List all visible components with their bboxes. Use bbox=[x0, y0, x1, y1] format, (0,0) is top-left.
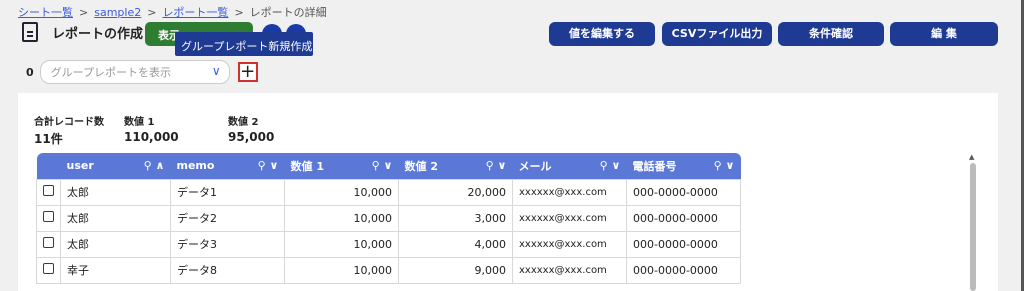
table-row: 太郎 データ3 10,000 4,000 xxxxxx@xxx.com 000-… bbox=[36, 230, 741, 258]
breadcrumb-report-list[interactable]: レポート一覧 bbox=[162, 4, 228, 20]
document-icon bbox=[22, 22, 38, 42]
cell-email: xxxxxx@xxx.com bbox=[512, 256, 627, 284]
search-sort-icon[interactable]: ⚲ ∧ bbox=[144, 159, 165, 172]
column-header-label: 数値 2 bbox=[404, 159, 438, 173]
cell-user: 太郎 bbox=[60, 230, 171, 258]
chevron-down-icon: ∨ bbox=[211, 64, 221, 78]
page-title: レポートの作成 bbox=[52, 26, 144, 42]
title-row: レポートの作成 bbox=[22, 22, 143, 42]
scroll-up-arrow-icon[interactable]: ▲ bbox=[969, 153, 974, 161]
cell-phone: 000-0000-0000 bbox=[626, 230, 741, 258]
report-table: user ⚲ ∧ memo ⚲ ∨ 数値 1 ⚲ ∨ 数値 2 ⚲ ∨ メール … bbox=[36, 153, 741, 284]
breadcrumb-separator: > bbox=[234, 5, 244, 19]
num1-value: 110,000 bbox=[124, 130, 179, 144]
num1-label: 数値 1 bbox=[124, 117, 155, 128]
row-detail-icon[interactable] bbox=[36, 256, 61, 284]
cell-phone: 000-0000-0000 bbox=[626, 256, 741, 284]
column-header-label: 数値 1 bbox=[290, 159, 324, 173]
column-header-num2[interactable]: 数値 2 ⚲ ∨ bbox=[398, 153, 513, 179]
column-header-memo[interactable]: memo ⚲ ∨ bbox=[170, 153, 285, 179]
edit-values-button[interactable]: 値を編集する bbox=[549, 22, 655, 46]
table-row: 幸子 データ8 10,000 9,000 xxxxxx@xxx.com 000-… bbox=[36, 256, 741, 284]
breadcrumb-separator: > bbox=[79, 5, 89, 19]
column-header-email[interactable]: メール ⚲ ∨ bbox=[512, 153, 627, 179]
num2-label: 数値 2 bbox=[228, 117, 259, 128]
row-detail-icon[interactable] bbox=[36, 230, 61, 258]
total-records-value: 11件 bbox=[34, 132, 63, 146]
column-header-phone[interactable]: 電話番号 ⚲ ∨ bbox=[626, 153, 741, 179]
vertical-scrollbar[interactable] bbox=[970, 163, 976, 291]
total-records-label: 合計レコード数 bbox=[34, 117, 104, 128]
cell-user: 太郎 bbox=[60, 204, 171, 232]
cell-num1: 10,000 bbox=[284, 204, 399, 232]
column-header-user[interactable]: user ⚲ ∧ bbox=[60, 153, 171, 179]
table-row: 太郎 データ1 10,000 20,000 xxxxxx@xxx.com 000… bbox=[36, 178, 741, 206]
cell-email: xxxxxx@xxx.com bbox=[512, 230, 627, 258]
row-detail-icon[interactable] bbox=[36, 178, 61, 206]
column-header-num1[interactable]: 数値 1 ⚲ ∨ bbox=[284, 153, 399, 179]
tooltip: グループレポート新規作成 bbox=[175, 32, 313, 56]
cell-user: 幸子 bbox=[60, 256, 171, 284]
search-sort-icon[interactable]: ⚲ ∨ bbox=[372, 159, 393, 172]
cell-memo: データ2 bbox=[170, 204, 285, 232]
cell-user: 太郎 bbox=[60, 178, 171, 206]
cell-num2: 4,000 bbox=[398, 230, 513, 258]
cell-num1: 10,000 bbox=[284, 230, 399, 258]
cell-num1: 10,000 bbox=[284, 178, 399, 206]
breadcrumb-current: レポートの詳細 bbox=[249, 6, 327, 19]
add-group-report-button[interactable]: + bbox=[237, 62, 258, 82]
breadcrumb-sample2[interactable]: sample2 bbox=[94, 6, 141, 19]
table-row: 太郎 データ2 10,000 3,000 xxxxxx@xxx.com 000-… bbox=[36, 204, 741, 232]
row-detail-icon[interactable] bbox=[36, 204, 61, 232]
select-placeholder: グループレポートを表示 bbox=[50, 66, 171, 79]
cell-email: xxxxxx@xxx.com bbox=[512, 204, 627, 232]
cell-phone: 000-0000-0000 bbox=[626, 178, 741, 206]
cell-email: xxxxxx@xxx.com bbox=[512, 178, 627, 206]
num2-value: 95,000 bbox=[228, 130, 275, 144]
cell-num2: 20,000 bbox=[398, 178, 513, 206]
cell-num2: 9,000 bbox=[398, 256, 513, 284]
cell-num2: 3,000 bbox=[398, 204, 513, 232]
group-report-select[interactable]: グループレポートを表示 ∨ bbox=[39, 60, 230, 84]
breadcrumb: シート一覧 > sample2 > レポート一覧 > レポートの詳細 bbox=[18, 4, 327, 20]
breadcrumb-separator: > bbox=[147, 5, 157, 19]
cell-memo: データ3 bbox=[170, 230, 285, 258]
search-sort-icon[interactable]: ⚲ ∨ bbox=[714, 159, 735, 172]
breadcrumb-sheet-list[interactable]: シート一覧 bbox=[18, 4, 73, 20]
row-icon-header bbox=[36, 153, 61, 179]
report-panel: 合計レコード数 11件 数値 1 110,000 数値 2 95,000 use… bbox=[18, 93, 998, 291]
column-header-label: memo bbox=[176, 159, 215, 173]
edit-button[interactable]: 編 集 bbox=[890, 22, 998, 46]
cell-memo: データ8 bbox=[170, 256, 285, 284]
search-sort-icon[interactable]: ⚲ ∨ bbox=[486, 159, 507, 172]
check-conditions-button[interactable]: 条件確認 bbox=[778, 22, 884, 46]
search-sort-icon[interactable]: ⚲ ∨ bbox=[600, 159, 621, 172]
cell-phone: 000-0000-0000 bbox=[626, 204, 741, 232]
cell-memo: データ1 bbox=[170, 178, 285, 206]
group-select-row: 0 グループレポートを表示 ∨ + bbox=[26, 60, 258, 84]
column-header-label: メール bbox=[518, 159, 552, 173]
summary: 合計レコード数 11件 数値 1 110,000 数値 2 95,000 bbox=[34, 113, 274, 147]
group-count: 0 bbox=[26, 65, 34, 79]
column-header-label: user bbox=[66, 159, 94, 173]
cell-num1: 10,000 bbox=[284, 256, 399, 284]
csv-export-button[interactable]: CSVファイル出力 bbox=[662, 22, 772, 46]
search-sort-icon[interactable]: ⚲ ∨ bbox=[258, 159, 279, 172]
column-header-label: 電話番号 bbox=[632, 159, 677, 173]
